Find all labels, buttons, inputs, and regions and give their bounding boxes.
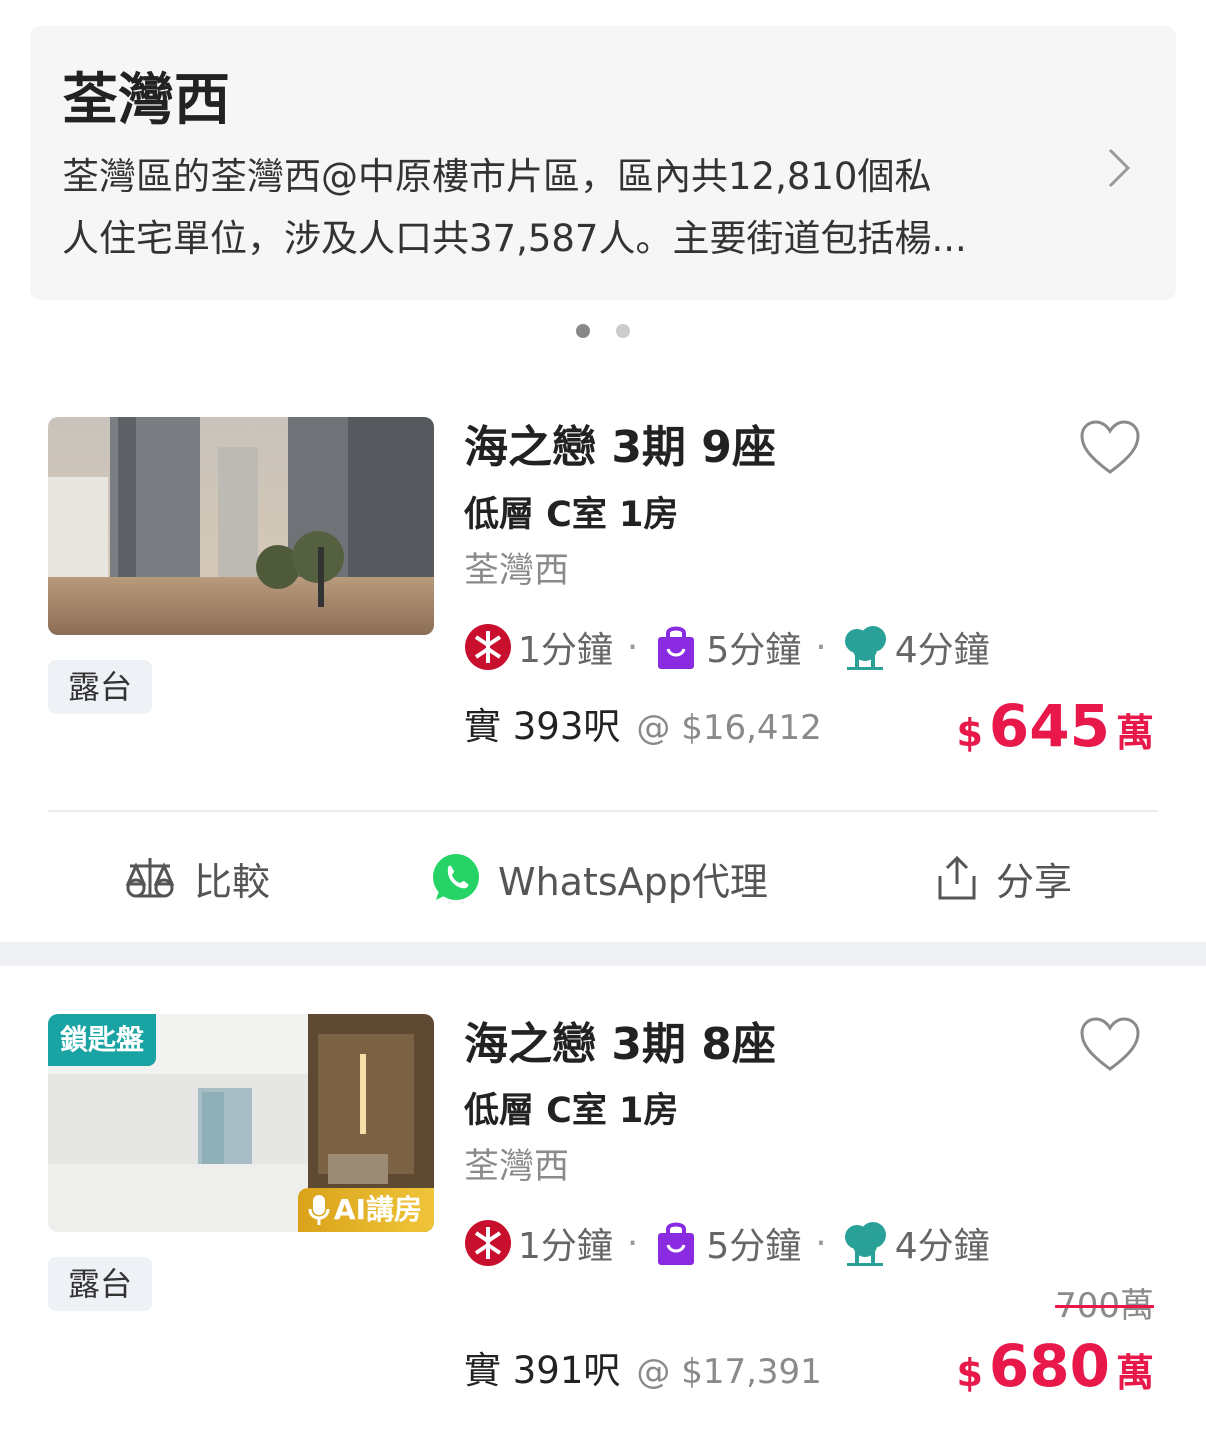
listing-title: 海之戀 3期 9座 bbox=[464, 422, 776, 473]
listing-price: $ 680 萬 bbox=[956, 1332, 1154, 1400]
price-currency: $ bbox=[956, 1351, 983, 1395]
heart-icon[interactable] bbox=[1078, 418, 1142, 476]
whatsapp-agent-label: WhatsApp代理 bbox=[498, 859, 768, 904]
separator: · bbox=[626, 626, 639, 668]
price-value: 645 bbox=[988, 692, 1110, 760]
listing-district: 荃灣西 bbox=[464, 551, 570, 591]
mtr-time: 1分鐘 bbox=[518, 630, 613, 671]
listing-card[interactable]: 露台 海之戀 3期 9座 低層 C室 1房 荃灣西 1分鐘 · 5分鐘 · 4分… bbox=[0, 0, 1206, 942]
mtr-icon bbox=[465, 624, 511, 670]
listing-size: 實 391呎 @ $17,391 bbox=[464, 1346, 822, 1397]
tree-icon bbox=[844, 1222, 886, 1266]
listing-card[interactable]: 鎖匙盤 AI講房 露台 海之戀 3期 8座 低層 C室 1房 荃灣西 1分鐘 ·… bbox=[0, 966, 1206, 1444]
mtr-time: 1分鐘 bbox=[518, 1226, 613, 1267]
section-separator bbox=[0, 942, 1206, 966]
amenities-row: 1分鐘 · 5分鐘 · 4分鐘 bbox=[464, 1218, 990, 1268]
price-unit: 萬 bbox=[1115, 711, 1154, 755]
listing-photo[interactable]: 鎖匙盤 AI講房 bbox=[48, 1014, 434, 1232]
compare-label: 比較 bbox=[194, 859, 271, 904]
feature-tag: 露台 bbox=[48, 660, 152, 714]
park-time: 4分鐘 bbox=[894, 630, 990, 671]
share-icon bbox=[938, 855, 976, 900]
mtr-icon bbox=[465, 1220, 511, 1266]
park-time: 4分鐘 bbox=[894, 1226, 990, 1267]
ai-tour-badge[interactable]: AI講房 bbox=[297, 1188, 434, 1232]
unit-price: @ $16,412 bbox=[636, 708, 822, 748]
listing-subtitle: 低層 C室 1房 bbox=[464, 1091, 679, 1131]
heart-icon[interactable] bbox=[1078, 1015, 1142, 1073]
separator: · bbox=[815, 1222, 827, 1264]
ai-tour-label: AI講房 bbox=[333, 1193, 422, 1226]
price-currency: $ bbox=[956, 711, 983, 755]
whatsapp-agent-button[interactable]: WhatsApp代理 bbox=[430, 830, 768, 926]
divider bbox=[48, 810, 1158, 812]
listing-actions: 比較 WhatsApp代理 分享 bbox=[0, 830, 1206, 926]
listing-photo[interactable] bbox=[48, 417, 434, 635]
saleable-area: 實 391呎 bbox=[464, 1349, 621, 1392]
scale-icon bbox=[125, 858, 175, 898]
original-price: 700萬 bbox=[1055, 1286, 1154, 1326]
listing-district: 荃灣西 bbox=[464, 1147, 570, 1187]
price-unit: 萬 bbox=[1115, 1351, 1154, 1395]
tree-icon bbox=[844, 626, 886, 670]
feature-tag: 露台 bbox=[48, 1257, 152, 1311]
compare-button[interactable]: 比較 bbox=[122, 830, 270, 926]
shopping-bag-icon bbox=[658, 1222, 695, 1265]
separator: · bbox=[815, 626, 827, 668]
listing-subtitle: 低層 C室 1房 bbox=[464, 495, 679, 535]
share-button[interactable]: 分享 bbox=[934, 830, 1072, 926]
share-label: 分享 bbox=[996, 859, 1073, 904]
unit-price: @ $17,391 bbox=[636, 1352, 822, 1392]
microphone-icon bbox=[308, 1195, 330, 1225]
mall-time: 5分鐘 bbox=[706, 630, 802, 671]
amenities-row: 1分鐘 · 5分鐘 · 4分鐘 bbox=[464, 622, 990, 672]
mall-time: 5分鐘 bbox=[706, 1226, 802, 1267]
key-listing-badge: 鎖匙盤 bbox=[48, 1014, 157, 1066]
whatsapp-icon bbox=[433, 854, 479, 900]
saleable-area: 實 393呎 bbox=[464, 705, 621, 748]
listing-price: $ 645 萬 bbox=[956, 692, 1154, 760]
listing-size: 實 393呎 @ $16,412 bbox=[464, 702, 822, 753]
separator: · bbox=[626, 1222, 639, 1264]
shopping-bag-icon bbox=[658, 626, 695, 669]
listing-title: 海之戀 3期 8座 bbox=[464, 1019, 776, 1070]
price-value: 680 bbox=[988, 1332, 1110, 1400]
building-photo bbox=[48, 417, 434, 635]
